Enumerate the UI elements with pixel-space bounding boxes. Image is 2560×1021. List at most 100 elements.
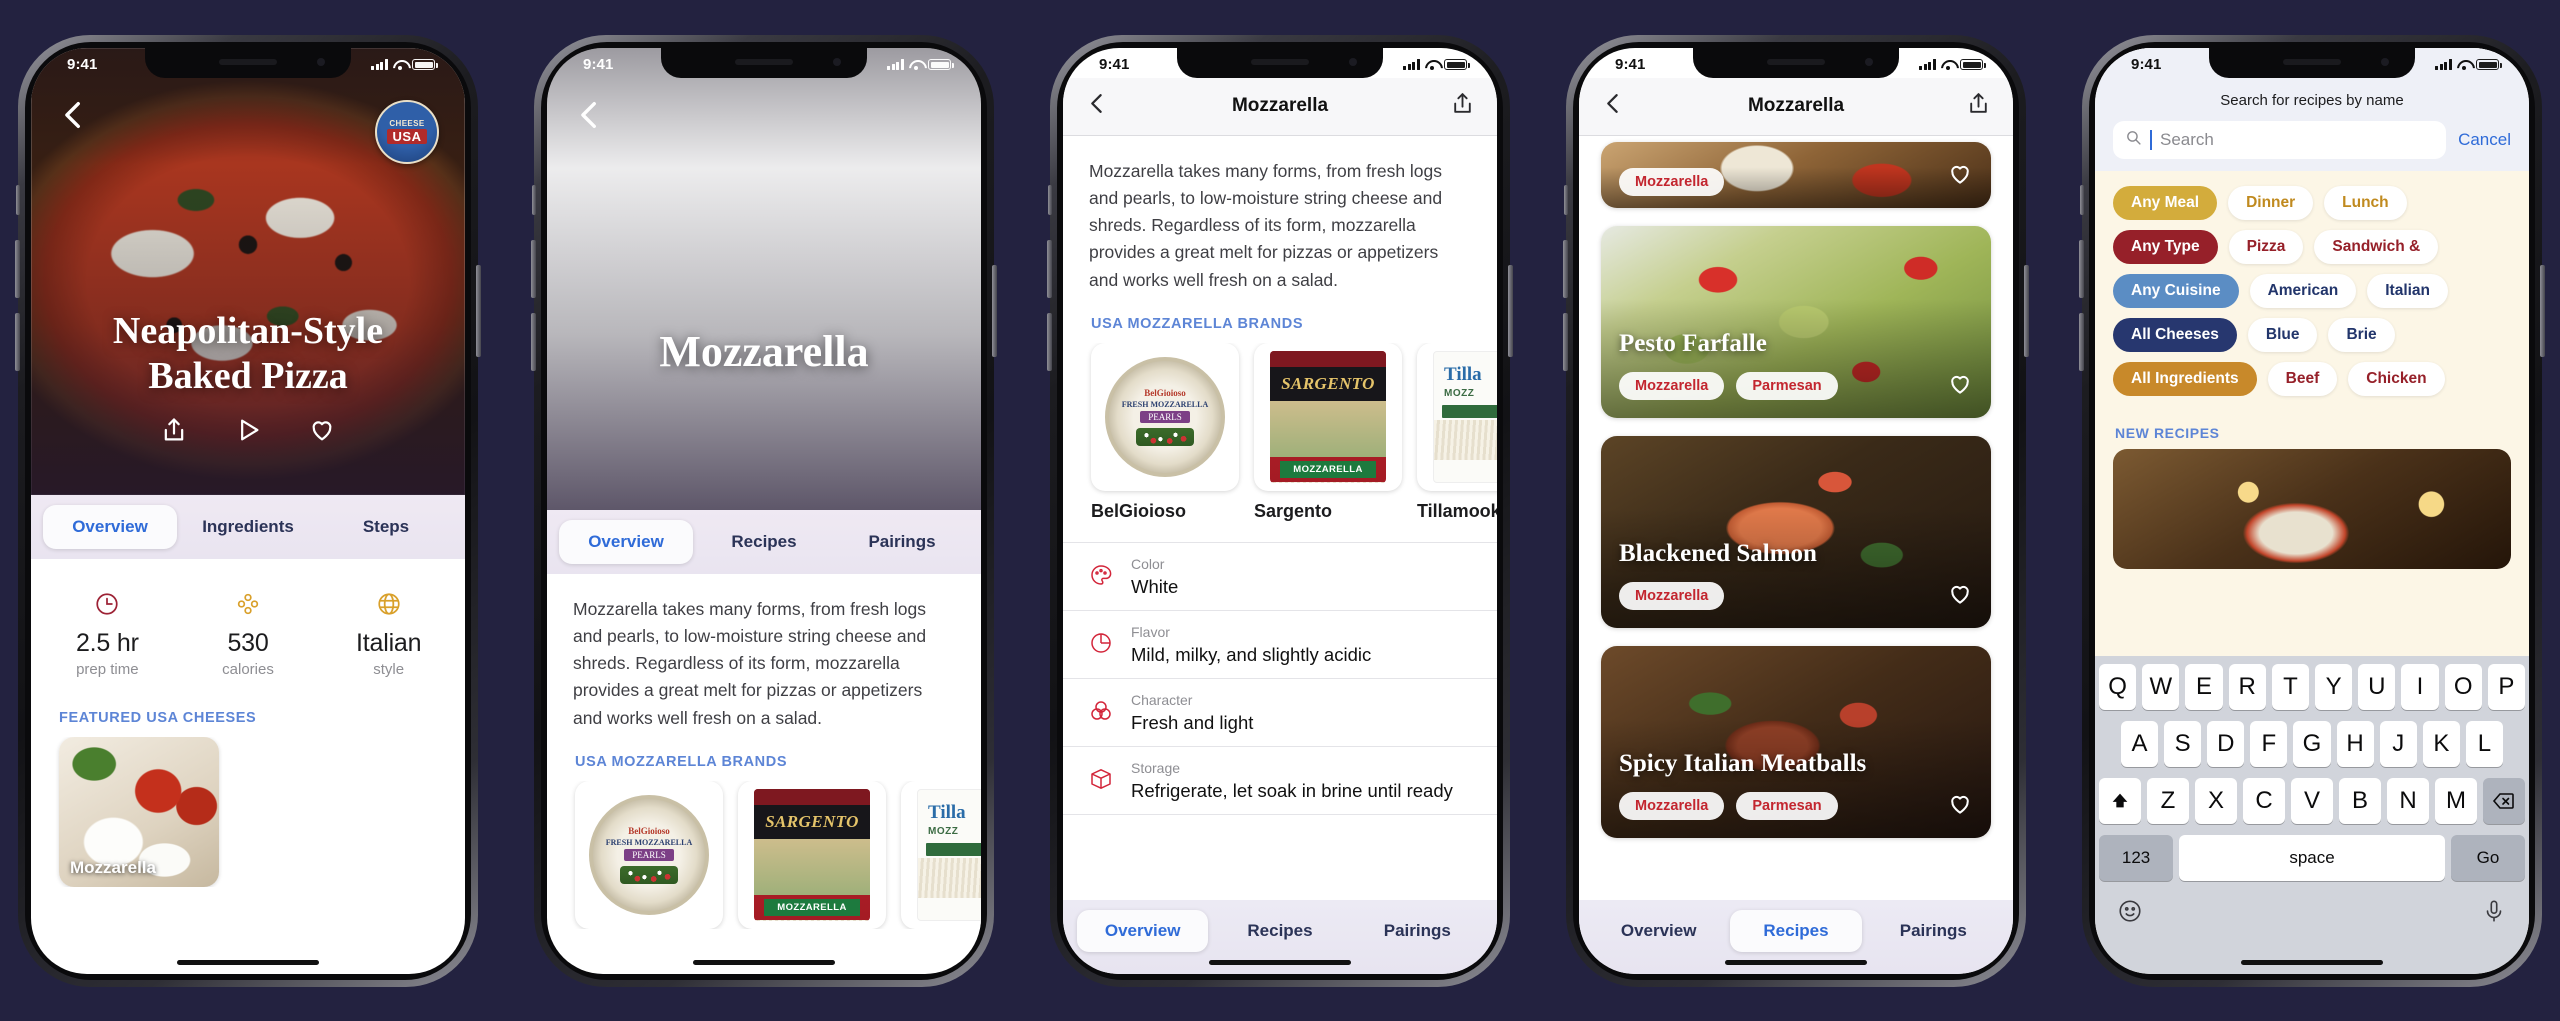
- volume-up-button[interactable]: [2079, 239, 2084, 298]
- volume-down-button[interactable]: [531, 312, 536, 371]
- onscreen-keyboard[interactable]: Q W E R T Y U I O P A S D F G H J K L Z …: [2095, 655, 2529, 974]
- chip-all-cheeses[interactable]: All Cheeses: [2113, 317, 2237, 352]
- volume-up-button[interactable]: [15, 239, 20, 298]
- microphone-icon[interactable]: [2481, 898, 2507, 929]
- search-input[interactable]: Search: [2113, 120, 2447, 159]
- recipe-tag[interactable]: Mozzarella: [1619, 371, 1725, 400]
- space-key[interactable]: space: [2179, 834, 2445, 881]
- volume-up-button[interactable]: [1563, 239, 1568, 298]
- key-r[interactable]: R: [2228, 663, 2266, 710]
- share-icon[interactable]: [1966, 91, 1991, 121]
- key-i[interactable]: I: [2401, 663, 2439, 710]
- key-x[interactable]: X: [2195, 777, 2237, 824]
- key-l[interactable]: L: [2465, 720, 2503, 767]
- filter-row-cheese[interactable]: All Cheeses Blue Brie: [2095, 313, 2529, 357]
- mute-switch[interactable]: [1048, 184, 1052, 215]
- key-s[interactable]: S: [2164, 720, 2202, 767]
- tab-pairings[interactable]: Pairings: [1868, 910, 1999, 952]
- chip-lunch[interactable]: Lunch: [2324, 185, 2407, 220]
- volume-down-button[interactable]: [2079, 312, 2084, 371]
- brand-card[interactable]: SARGENTO MOZZARELLA: [738, 780, 886, 929]
- heart-icon[interactable]: [1947, 791, 1973, 822]
- power-button[interactable]: [2024, 264, 2029, 357]
- chip-any-type[interactable]: Any Type: [2113, 229, 2218, 264]
- chevron-left-icon[interactable]: [1085, 91, 1110, 121]
- recipe-card[interactable]: Blackened Salmon Mozzarella: [1601, 435, 1991, 628]
- key-z[interactable]: Z: [2147, 777, 2189, 824]
- chip-beef[interactable]: Beef: [2267, 361, 2338, 396]
- filter-row-cuisine[interactable]: Any Cuisine American Italian: [2095, 269, 2529, 313]
- key-u[interactable]: U: [2358, 663, 2396, 710]
- home-indicator[interactable]: [693, 959, 835, 965]
- chip-sandwich[interactable]: Sandwich &: [2314, 229, 2439, 264]
- key-n[interactable]: N: [2387, 777, 2429, 824]
- mute-switch[interactable]: [16, 184, 20, 215]
- volume-up-button[interactable]: [1047, 239, 1052, 298]
- cheese-card[interactable]: Mozzarella: [59, 736, 219, 887]
- play-icon[interactable]: [234, 416, 262, 449]
- brand-card[interactable]: BelGioioso FRESH MOZZARELLA PEARLS BelGi…: [1091, 342, 1239, 522]
- key-f[interactable]: F: [2250, 720, 2288, 767]
- chip-chicken[interactable]: Chicken: [2348, 361, 2445, 396]
- home-indicator[interactable]: [177, 959, 319, 965]
- brand-carousel[interactable]: BelGioioso FRESH MOZZARELLA PEARLS BelGi…: [1063, 342, 1497, 522]
- chevron-left-icon[interactable]: [573, 98, 607, 132]
- cheese-carousel[interactable]: Mozzarella: [31, 736, 465, 887]
- tab-overview[interactable]: Overview: [1077, 909, 1209, 952]
- tab-recipes[interactable]: Recipes: [1730, 909, 1862, 952]
- brand-card[interactable]: Tilla MOZZ: [901, 780, 981, 929]
- filter-row-type[interactable]: Any Type Pizza Sandwich &: [2095, 225, 2529, 269]
- key-h[interactable]: H: [2336, 720, 2374, 767]
- chip-all-ingredients[interactable]: All Ingredients: [2113, 361, 2257, 396]
- chip-pizza[interactable]: Pizza: [2228, 229, 2304, 264]
- recipe-card[interactable]: Mozzarella: [1601, 141, 1991, 208]
- volume-down-button[interactable]: [1563, 312, 1568, 371]
- recipe-tag[interactable]: Mozzarella: [1619, 167, 1725, 196]
- recipe-tag[interactable]: Mozzarella: [1619, 581, 1725, 610]
- heart-icon[interactable]: [1947, 161, 1973, 192]
- brand-carousel[interactable]: BelGioioso FRESH MOZZARELLA PEARLS SARGE…: [547, 780, 981, 929]
- cancel-button[interactable]: Cancel: [2458, 130, 2511, 150]
- key-e[interactable]: E: [2185, 663, 2223, 710]
- recipe-tag[interactable]: Parmesan: [1736, 791, 1838, 820]
- key-a[interactable]: A: [2121, 720, 2159, 767]
- tab-recipes[interactable]: Recipes: [697, 520, 831, 564]
- brand-card[interactable]: Tilla MOZZ Tillamook: [1417, 342, 1497, 522]
- tab-steps[interactable]: Steps: [319, 505, 453, 549]
- emoji-icon[interactable]: [2117, 898, 2143, 929]
- power-button[interactable]: [476, 264, 481, 357]
- chevron-left-icon[interactable]: [1601, 91, 1626, 121]
- filter-row-meal[interactable]: Any Meal Dinner Lunch: [2095, 181, 2529, 225]
- heart-icon[interactable]: [1947, 371, 1973, 402]
- volume-up-button[interactable]: [531, 239, 536, 298]
- recipe-card[interactable]: Spicy Italian Meatballs Mozzarella Parme…: [1601, 645, 1991, 838]
- tab-recipes[interactable]: Recipes: [1214, 910, 1345, 952]
- chevron-left-icon[interactable]: [57, 98, 91, 132]
- go-key[interactable]: Go: [2450, 834, 2525, 881]
- numbers-key[interactable]: 123: [2099, 834, 2174, 881]
- key-d[interactable]: D: [2207, 720, 2245, 767]
- tab-overview[interactable]: Overview: [559, 519, 693, 564]
- chip-american[interactable]: American: [2249, 273, 2357, 308]
- tab-overview[interactable]: Overview: [43, 504, 177, 549]
- share-icon[interactable]: [1450, 91, 1475, 121]
- key-v[interactable]: V: [2291, 777, 2333, 824]
- key-b[interactable]: B: [2339, 777, 2381, 824]
- heart-icon[interactable]: [1947, 581, 1973, 612]
- key-p[interactable]: P: [2487, 663, 2526, 710]
- chip-blue[interactable]: Blue: [2247, 317, 2318, 352]
- shift-icon[interactable]: [2099, 777, 2141, 824]
- tab-ingredients[interactable]: Ingredients: [181, 505, 315, 549]
- tab-overview[interactable]: Overview: [1593, 910, 1724, 952]
- new-recipe-card[interactable]: [2113, 448, 2511, 569]
- filter-row-ingredient[interactable]: All Ingredients Beef Chicken: [2095, 357, 2529, 401]
- key-j[interactable]: J: [2379, 720, 2417, 767]
- recipe-card[interactable]: Pesto Farfalle Mozzarella Parmesan: [1601, 225, 1991, 418]
- chip-dinner[interactable]: Dinner: [2228, 185, 2314, 220]
- tab-pairings[interactable]: Pairings: [835, 520, 969, 564]
- key-q[interactable]: Q: [2098, 663, 2137, 710]
- volume-down-button[interactable]: [15, 312, 20, 371]
- chip-any-meal[interactable]: Any Meal: [2113, 185, 2218, 220]
- chip-any-cuisine[interactable]: Any Cuisine: [2113, 273, 2239, 308]
- key-m[interactable]: M: [2435, 777, 2477, 824]
